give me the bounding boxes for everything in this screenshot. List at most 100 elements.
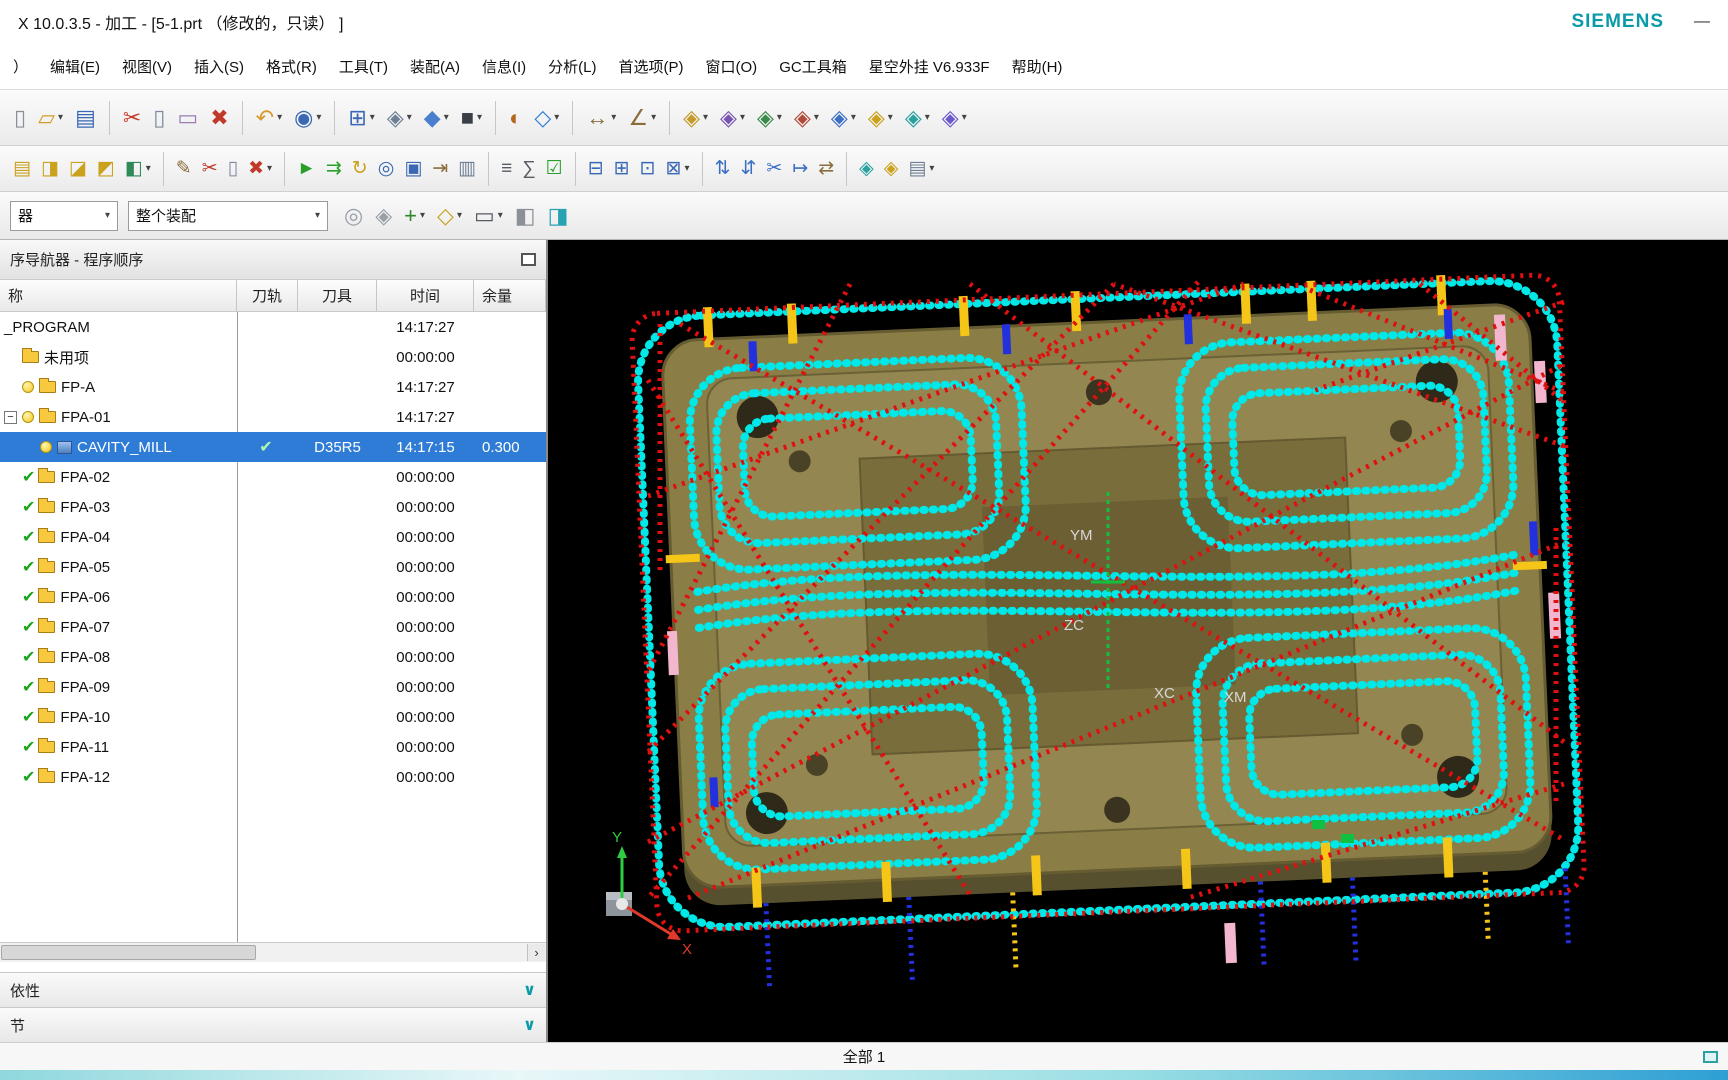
operation-navigator-button[interactable]: ▤ ▾: [903, 152, 939, 186]
table-row[interactable]: ✔ FPA-10 00:00:00: [0, 702, 546, 732]
column-header-time[interactable]: 时间: [377, 280, 474, 311]
selection-scope-combo[interactable]: 整个装配 ▾: [128, 200, 328, 231]
chevron-down-icon[interactable]: ▾: [444, 112, 449, 123]
table-row[interactable]: ✔ FPA-09 00:00:00: [0, 672, 546, 702]
chevron-down-icon[interactable]: ▾: [814, 112, 819, 123]
chevron-down-icon[interactable]: ▾: [554, 112, 559, 123]
chevron-down-icon[interactable]: ▾: [420, 210, 425, 221]
chevron-down-icon[interactable]: ▾: [315, 210, 320, 221]
cut-object-button[interactable]: ✂: [197, 152, 223, 186]
geometry-view-button[interactable]: ⊡: [635, 152, 661, 186]
scroll-right-icon[interactable]: ›: [527, 944, 545, 961]
menu-item-10[interactable]: 窗口(O): [695, 50, 769, 83]
menu-item-0[interactable]: ）: [2, 50, 39, 83]
column-header-toolpath[interactable]: 刀轨: [237, 280, 298, 311]
paste-button[interactable]: ▭: [171, 98, 204, 138]
chevron-down-icon[interactable]: ▾: [703, 112, 708, 123]
table-row[interactable]: ✔ FPA-04 00:00:00: [0, 522, 546, 552]
expander-icon[interactable]: −: [4, 410, 17, 424]
chevron-down-icon[interactable]: ▾: [888, 112, 893, 123]
snap-selection-button[interactable]: ◇ ▾: [431, 196, 468, 236]
marquee-select-button[interactable]: ▭ ▾: [468, 196, 509, 236]
face-style-button[interactable]: ■ ▾: [455, 98, 488, 138]
add-component-button[interactable]: ◈ ▾: [751, 98, 788, 138]
chevron-down-icon[interactable]: ▾: [740, 112, 745, 123]
transform-toolpath-button[interactable]: ⇅: [710, 152, 736, 186]
parallel-generate-button[interactable]: ⇉: [321, 152, 347, 186]
menu-item-12[interactable]: 星空外挂 V6.933F: [858, 50, 1001, 83]
menu-item-2[interactable]: 视图(V): [111, 50, 183, 83]
horizontal-scrollbar[interactable]: ›: [0, 942, 546, 962]
menu-item-8[interactable]: 分析(L): [537, 50, 607, 83]
select-within-button[interactable]: ◈: [369, 196, 398, 236]
column-header-tool[interactable]: 刀具: [298, 280, 377, 311]
open-button[interactable]: ▱ ▾: [32, 98, 69, 138]
post-process-button[interactable]: ⇥: [427, 152, 453, 186]
delete-button[interactable]: ✖: [204, 98, 234, 138]
fit-view-button[interactable]: ⊞ ▾: [342, 98, 380, 138]
column-header-stock[interactable]: 余量: [474, 280, 546, 311]
table-row[interactable]: ✔ FPA-02 00:00:00: [0, 462, 546, 492]
machine-tool-view-button[interactable]: ⊞: [609, 152, 635, 186]
table-row[interactable]: ✔ FPA-08 00:00:00: [0, 642, 546, 672]
assembly-sequence-button[interactable]: ◈ ▾: [899, 98, 936, 138]
zoom-window-button[interactable]: ◈ ▾: [381, 98, 418, 138]
simulate-machine-button[interactable]: ▣: [399, 152, 427, 186]
create-method-button[interactable]: ◩: [92, 152, 120, 186]
chevron-down-icon[interactable]: ▾: [962, 112, 967, 123]
replay-toolpath-button[interactable]: ↻: [347, 152, 373, 186]
chevron-down-icon[interactable]: ▾: [267, 163, 272, 174]
menu-item-7[interactable]: 信息(I): [471, 50, 537, 83]
create-geometry-button[interactable]: ◪: [64, 152, 92, 186]
copy-button[interactable]: ▯: [147, 98, 171, 138]
minimize-button[interactable]: —: [1694, 13, 1710, 31]
shaded-teal-button[interactable]: ◨: [542, 196, 575, 236]
generate-toolpath-button[interactable]: ►: [292, 152, 321, 186]
table-row[interactable]: − FPA-01 14:17:27: [0, 402, 546, 432]
measure-distance-button[interactable]: ↔ ▾: [580, 98, 622, 138]
shop-documentation-button[interactable]: ▥: [453, 152, 481, 186]
machining-report-button[interactable]: ∑: [517, 152, 541, 186]
undo-button[interactable]: ↶ ▾: [250, 98, 288, 138]
new-button[interactable]: ▯: [8, 98, 32, 138]
menu-item-1[interactable]: 编辑(E): [39, 50, 111, 83]
chevron-down-icon[interactable]: ▾: [477, 112, 482, 123]
menu-item-4[interactable]: 格式(R): [255, 50, 328, 83]
menu-item-6[interactable]: 装配(A): [399, 50, 471, 83]
menu-item-13[interactable]: 帮助(H): [1001, 50, 1074, 83]
assembly-constraints-button[interactable]: ◈ ▾: [677, 98, 714, 138]
extend-toolpath-button[interactable]: ↦: [787, 152, 813, 186]
chevron-down-icon[interactable]: ▾: [685, 163, 690, 174]
chevron-down-icon[interactable]: ∨: [523, 980, 536, 1000]
table-row[interactable]: ✔ FPA-11 00:00:00: [0, 732, 546, 762]
cut-button[interactable]: ✂: [117, 98, 147, 138]
add-selection-button[interactable]: + ▾: [398, 196, 431, 236]
trim-toolpath-button[interactable]: ✂: [761, 152, 787, 186]
synchronize-button[interactable]: ⇄: [813, 152, 839, 186]
roles-button[interactable]: ◐: [503, 98, 528, 138]
chevron-down-icon[interactable]: ∨: [523, 1015, 536, 1035]
edit-object-button[interactable]: ✎: [171, 152, 197, 186]
chevron-down-icon[interactable]: ▾: [146, 163, 151, 174]
pattern-component-button[interactable]: ◈ ▾: [788, 98, 825, 138]
menu-item-9[interactable]: 首选项(P): [608, 50, 695, 83]
chevron-down-icon[interactable]: ▾: [370, 112, 375, 123]
scrollbar-thumb[interactable]: [1, 945, 256, 960]
chevron-down-icon[interactable]: ▾: [105, 210, 110, 221]
table-row[interactable]: ✔ FPA-07 00:00:00: [0, 612, 546, 642]
graphics-viewport[interactable]: YM ZC XC XM Y X: [548, 240, 1728, 1042]
gouge-check-button[interactable]: ☑: [541, 152, 568, 186]
mirror-assembly-button[interactable]: ◈ ▾: [825, 98, 862, 138]
menu-item-11[interactable]: GC工具箱: [768, 50, 858, 83]
table-row[interactable]: 未用项 00:00:00: [0, 342, 546, 372]
section-dependencies[interactable]: 依性 ∨: [0, 972, 546, 1007]
create-tool-button[interactable]: ◨: [36, 152, 64, 186]
table-row[interactable]: ✔ FPA-06 00:00:00: [0, 582, 546, 612]
chevron-down-icon[interactable]: ▾: [316, 112, 321, 123]
selection-filter-combo[interactable]: 器 ▾: [10, 200, 118, 231]
snap-point-button[interactable]: ◇ ▾: [528, 98, 565, 138]
copy-object-button[interactable]: ▯: [223, 152, 243, 186]
table-row[interactable]: ✔ FPA-03 00:00:00: [0, 492, 546, 522]
divide-toolpath-button[interactable]: ⇵: [735, 152, 761, 186]
chevron-down-icon[interactable]: ▾: [58, 112, 63, 123]
